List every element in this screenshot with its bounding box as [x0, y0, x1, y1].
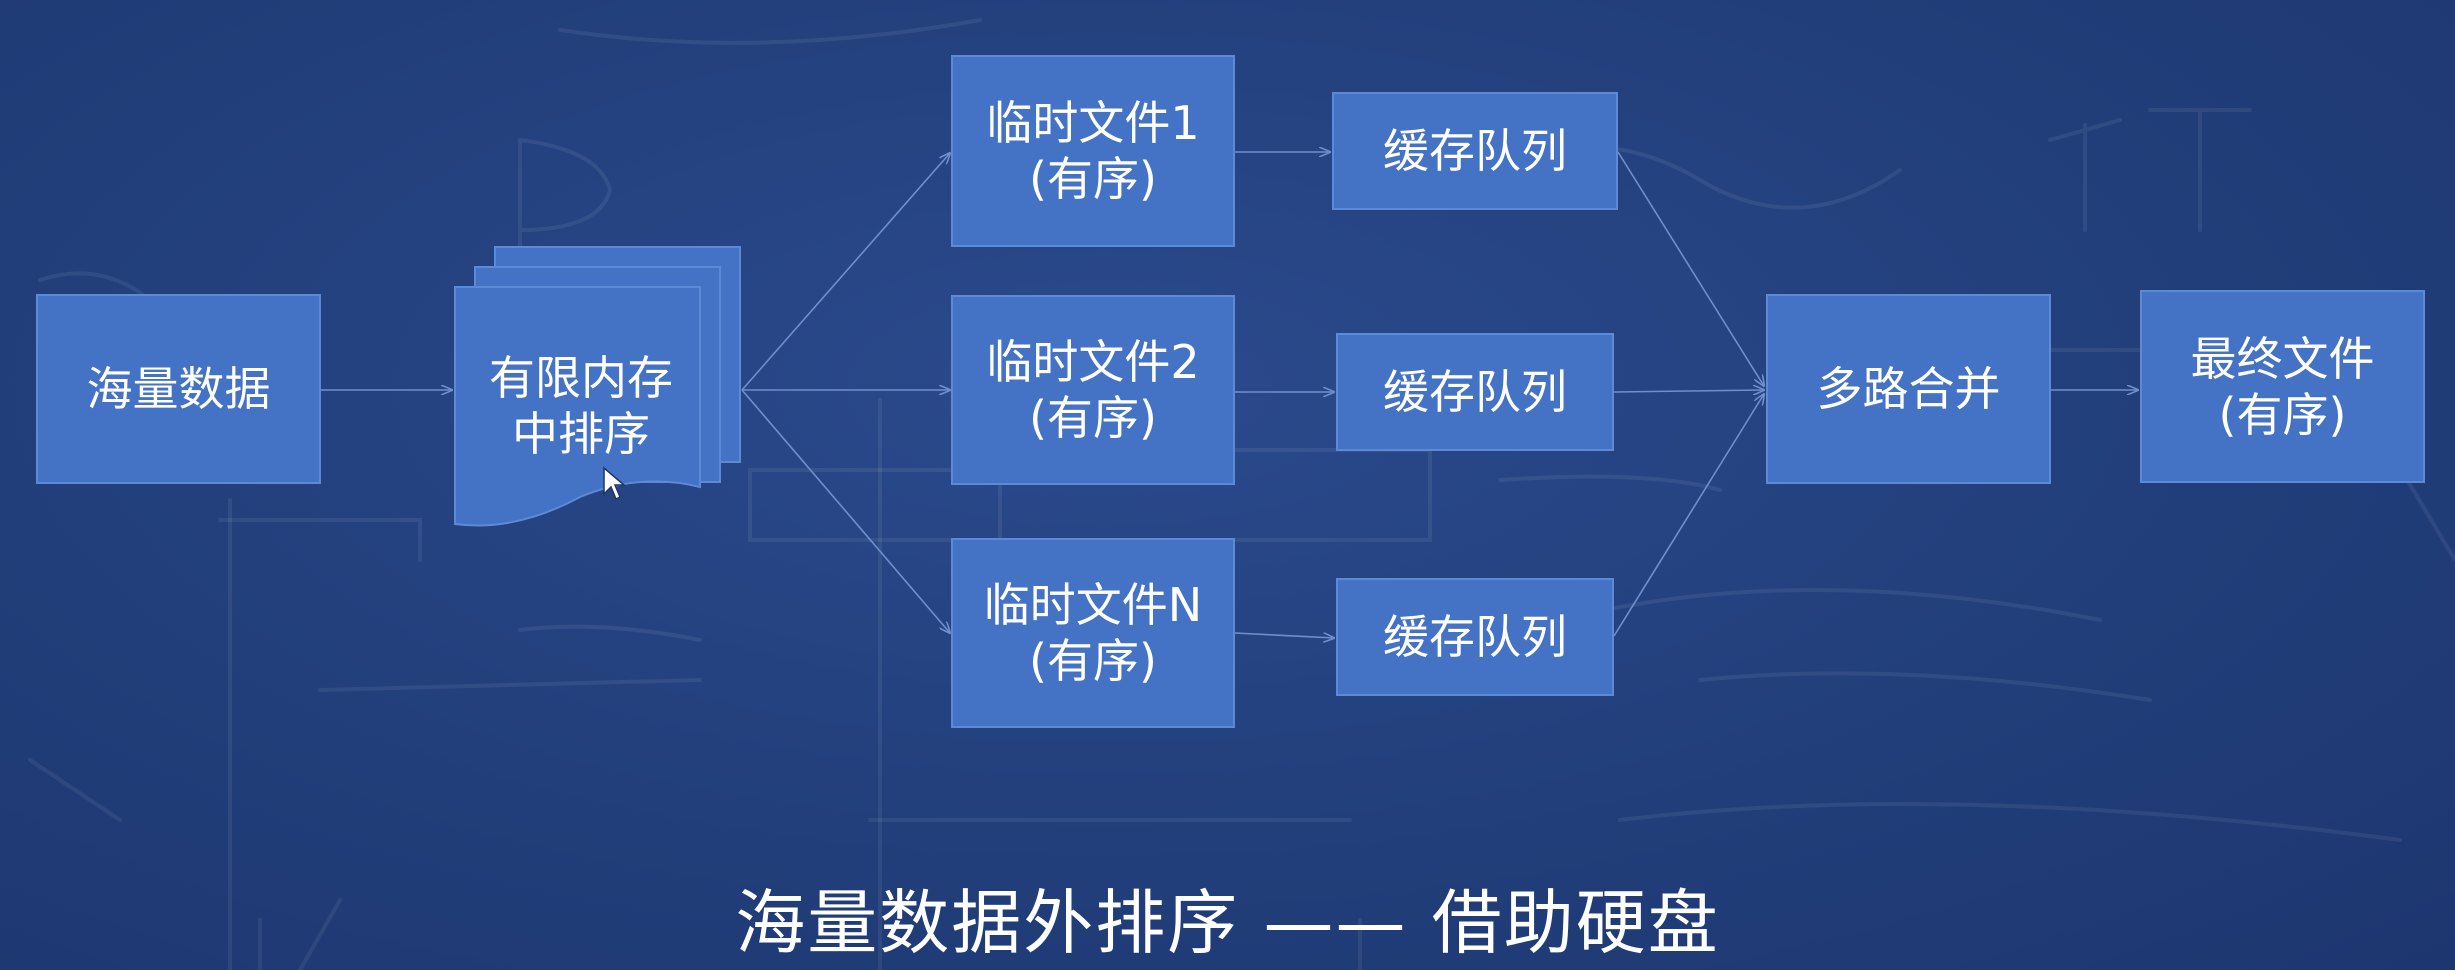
arrow-temp-n-to-queue-3: [1234, 632, 1334, 638]
slide-caption: 海量数据外排序 —— 借助硬盘: [735, 882, 1720, 964]
cache-queue-3-label: 缓存队列: [1383, 610, 1567, 664]
cache-queue-2-box: 缓存队列: [1336, 333, 1614, 451]
output-file-box: 最终文件 (有序): [2140, 290, 2425, 483]
temp-file-1-box: 临时文件1 (有序): [951, 55, 1235, 247]
temp-file-1-status: (有序): [1029, 152, 1157, 206]
temp-file-2-status: (有序): [1029, 391, 1157, 445]
mouse-cursor-icon: [603, 466, 626, 501]
arrow-queue-1-to-merge: [1617, 151, 1764, 386]
arrow-sort-to-temp-1: [741, 153, 950, 391]
source-data-label: 海量数据: [86, 362, 271, 416]
sort-step-label: 有限内存 中排序: [456, 350, 706, 462]
cache-queue-1-box: 缓存队列: [1332, 92, 1618, 210]
merge-label: 多路合并: [1816, 362, 2001, 416]
cache-queue-3-box: 缓存队列: [1336, 578, 1614, 696]
arrow-queue-2-to-merge: [1613, 390, 1764, 392]
sort-step-line2: 中排序: [512, 407, 650, 461]
slide-canvas: 海量数据 有限内存 中排序 临时文件1 (有序) 临时文件2 (有序) 临时文件…: [0, 0, 2455, 970]
temp-file-n-name: 临时文件N: [983, 578, 1203, 632]
temp-file-1-name: 临时文件1: [986, 96, 1200, 150]
output-file-status: (有序): [2218, 387, 2347, 442]
temp-file-n-box: 临时文件N (有序): [951, 538, 1235, 728]
temp-file-2-box: 临时文件2 (有序): [951, 295, 1235, 485]
source-data-box: 海量数据: [36, 294, 321, 484]
output-file-name: 最终文件: [2190, 331, 2375, 386]
cache-queue-1-label: 缓存队列: [1383, 124, 1567, 178]
arrow-sort-to-temp-n: [741, 389, 950, 633]
sort-step-line1: 有限内存: [489, 351, 673, 405]
cache-queue-2-label: 缓存队列: [1383, 365, 1567, 419]
temp-file-n-status: (有序): [1029, 634, 1157, 688]
arrow-queue-3-to-merge: [1613, 394, 1764, 637]
temp-file-2-name: 临时文件2: [986, 335, 1200, 389]
merge-box: 多路合并: [1766, 294, 2051, 484]
